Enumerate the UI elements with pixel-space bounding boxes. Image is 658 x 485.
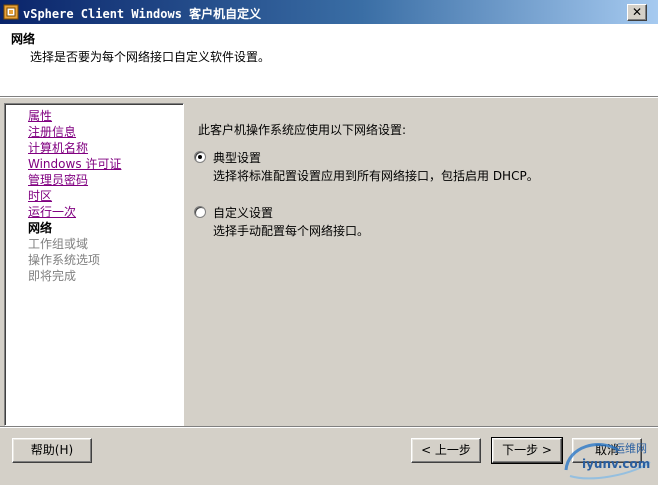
back-button[interactable]: < 上一步	[411, 438, 481, 463]
step-run-once[interactable]: 运行一次	[28, 204, 121, 220]
step-properties[interactable]: 属性	[28, 108, 121, 124]
step-workgroup-domain: 工作组或域	[28, 237, 89, 251]
close-icon: ✕	[631, 5, 643, 19]
watermark-cn-text: 运维网	[614, 442, 647, 455]
typical-settings-radio[interactable]	[194, 151, 206, 163]
custom-settings-label[interactable]: 自定义设置	[213, 204, 273, 221]
step-admin-password[interactable]: 管理员密码	[28, 172, 121, 188]
header-divider	[0, 97, 658, 98]
typical-settings-label[interactable]: 典型设置	[213, 149, 261, 166]
next-button[interactable]: 下一步 >	[491, 437, 563, 464]
title-bar[interactable]: vSphere Client Windows 客户机自定义 ✕	[0, 0, 658, 24]
customization-wizard-window: vSphere Client Windows 客户机自定义 ✕ 网络 选择是否要…	[0, 0, 658, 485]
step-header: 网络 选择是否要为每个网络接口自定义软件设置。	[0, 24, 658, 97]
step-time-zone[interactable]: 时区	[28, 188, 121, 204]
wizard-steps-panel: 属性 注册信息 计算机名称 Windows 许可证 管理员密码 时区 运行一次 …	[4, 103, 184, 426]
site-watermark: 运维网 iyunv.com	[560, 436, 656, 484]
step-computer-name[interactable]: 计算机名称	[28, 140, 121, 156]
wizard-steps-list: 属性 注册信息 计算机名称 Windows 许可证 管理员密码 时区 运行一次 …	[28, 108, 121, 284]
step-network: 网络	[28, 221, 53, 235]
step-registration-info[interactable]: 注册信息	[28, 124, 121, 140]
typical-settings-description: 选择将标准配置设置应用到所有网络接口，包括启用 DHCP。	[213, 169, 539, 183]
step-windows-license[interactable]: Windows 许可证	[28, 156, 121, 172]
custom-settings-description: 选择手动配置每个网络接口。	[213, 224, 370, 238]
step-description: 选择是否要为每个网络接口自定义软件设置。	[30, 50, 271, 64]
help-button[interactable]: 帮助(H)	[12, 438, 92, 463]
close-button[interactable]: ✕	[627, 4, 647, 21]
window-title: vSphere Client Windows 客户机自定义	[23, 7, 262, 21]
network-prompt: 此客户机操作系统应使用以下网络设置:	[198, 123, 407, 137]
custom-settings-radio[interactable]	[194, 206, 206, 218]
step-title: 网络	[11, 32, 36, 46]
step-os-options: 操作系统选项	[28, 253, 101, 267]
watermark-text: iyunv.com	[582, 457, 651, 471]
step-ready-to-complete: 即将完成	[28, 269, 77, 283]
network-settings-panel: 此客户机操作系统应使用以下网络设置: 典型设置 选择将标准配置设置应用到所有网络…	[186, 103, 652, 426]
vsphere-app-icon	[3, 4, 19, 20]
footer-divider	[0, 426, 658, 428]
